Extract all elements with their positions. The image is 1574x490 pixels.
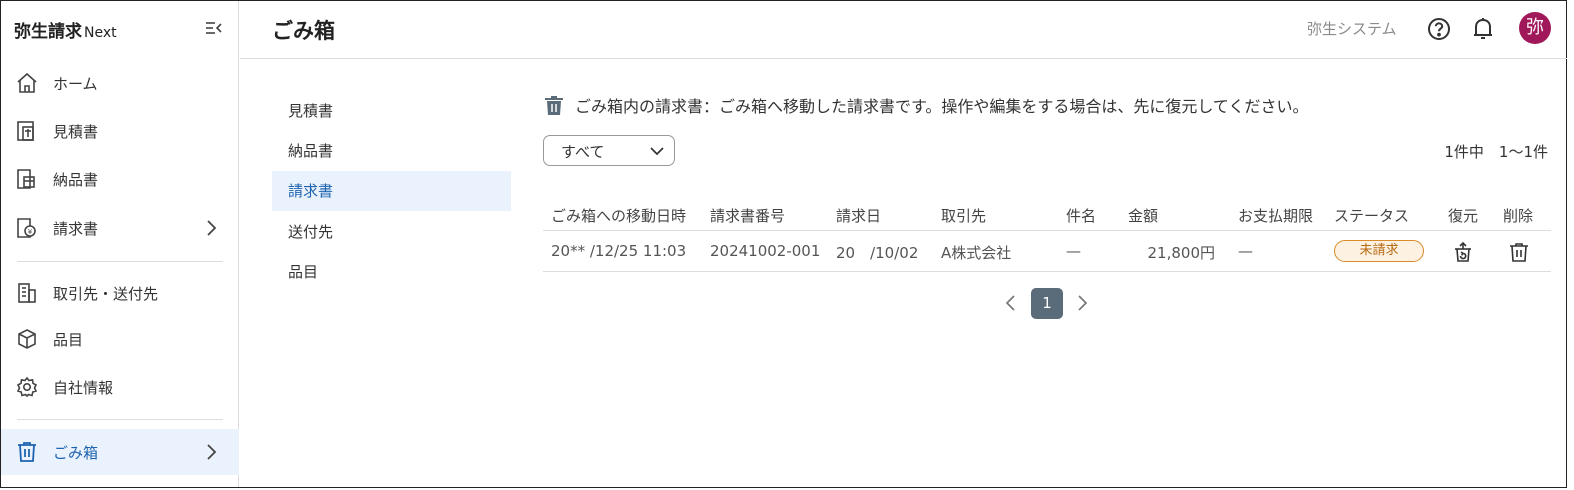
sidebar-divider [17,419,223,420]
trash-icon [18,442,36,462]
sidebar-item-company-info[interactable]: 自社情報 [1,364,239,410]
subnav-item-estimates[interactable]: 見積書 [272,91,511,131]
status-badge: 未請求 [1334,240,1424,262]
column-header-client: 取引先 [941,207,987,225]
cell-amount: 21,800円 [1147,244,1216,262]
sidebar-item-label: ホーム [53,75,98,93]
cell-subject: — [1066,242,1081,260]
column-header-date: 請求日 [836,207,882,225]
sidebar-item-invoices[interactable]: ¥ 請求書 [1,205,239,251]
invoice-icon: ¥ [17,218,36,238]
sidebar-item-label: 品目 [53,331,84,349]
box-icon [18,329,36,349]
status-filter-select[interactable]: すべて [543,135,675,166]
collapse-sidebar-icon[interactable] [205,19,223,37]
sidebar: 弥生請求 Next ホーム 見積書 納品書 ¥ 請求書 取引先・送付先 品目 自… [1,1,239,487]
help-icon[interactable] [1426,16,1452,42]
cell-date: 20 /10/02 [836,244,919,262]
column-header-subject: 件名 [1066,207,1097,225]
sidebar-divider [17,261,223,262]
cell-due: — [1238,242,1253,260]
cell-number: 20241002-001 [710,242,821,260]
pagination-prev-icon[interactable] [1001,292,1021,314]
column-header-moved-at: ごみ箱への移動日時 [551,207,687,225]
estimate-icon [17,121,34,141]
company-name[interactable]: 弥生システム [1307,18,1397,39]
building-icon [18,283,36,303]
brand-suffix: Next [84,25,117,41]
sidebar-item-products[interactable]: 品目 [1,316,239,362]
svg-text:¥: ¥ [28,228,33,236]
table-header-divider [543,230,1551,231]
chevron-right-icon [207,444,217,460]
home-icon [17,72,37,93]
chevron-down-icon [650,147,664,156]
sidebar-item-label: 取引先・送付先 [53,285,159,303]
subnav-item-invoices[interactable]: 請求書 [272,171,511,211]
cell-moved-at: 20** /12/25 11:03 [551,242,687,260]
chevron-right-icon [207,220,217,236]
subnav-item-recipients[interactable]: 送付先 [272,212,511,252]
brand-name: 弥生請求 [14,22,82,42]
app-logo: 弥生請求 Next [14,17,117,42]
sidebar-item-trash[interactable]: ごみ箱 [1,429,239,475]
page-title: ごみ箱 [272,19,335,43]
top-bar: ごみ箱 弥生システム 弥 [240,1,1567,59]
sidebar-item-label: ごみ箱 [53,444,99,462]
sidebar-item-clients[interactable]: 取引先・送付先 [1,270,239,316]
sidebar-item-estimates[interactable]: 見積書 [1,108,239,154]
subnav-item-products[interactable]: 品目 [272,252,511,292]
sidebar-item-label: 納品書 [53,171,99,189]
trash-icon [545,96,563,115]
sidebar-item-label: 見積書 [53,123,99,141]
column-header-amount: 金額 [1128,207,1159,225]
restore-icon[interactable] [1452,241,1474,263]
app-window: 弥生請求 Next ホーム 見積書 納品書 ¥ 請求書 取引先・送付先 品目 自… [0,0,1567,488]
column-header-status: ステータス [1334,207,1410,225]
subnav-item-delivery[interactable]: 納品書 [272,131,511,171]
avatar[interactable]: 弥 [1519,12,1551,44]
column-header-restore: 復元 [1448,207,1479,225]
sidebar-item-home[interactable]: ホーム [1,60,239,106]
column-header-due: お支払期限 [1238,207,1314,225]
sidebar-item-delivery[interactable]: 納品書 [1,156,239,202]
sidebar-item-label: 請求書 [53,220,99,238]
result-count: 1件中 1〜1件 [1444,143,1548,161]
pagination-page-button[interactable]: 1 [1031,288,1063,319]
filter-value: すべて [561,143,605,161]
delivery-icon [17,169,35,189]
column-header-delete: 削除 [1503,207,1534,225]
pagination-next-icon[interactable] [1072,292,1092,314]
bell-icon[interactable] [1471,16,1495,42]
delete-icon[interactable] [1508,241,1530,263]
notice-text: ごみ箱内の請求書：ごみ箱へ移動した請求書です。操作や編集をする場合は、先に復元し… [575,97,1309,116]
trash-notice: ごみ箱内の請求書：ごみ箱へ移動した請求書です。操作や編集をする場合は、先に復元し… [543,93,1308,117]
cell-client: A株式会社 [941,244,1012,262]
gear-icon [16,376,38,398]
column-header-number: 請求書番号 [710,207,786,225]
table-row-divider [543,271,1551,272]
sidebar-item-label: 自社情報 [53,379,114,397]
